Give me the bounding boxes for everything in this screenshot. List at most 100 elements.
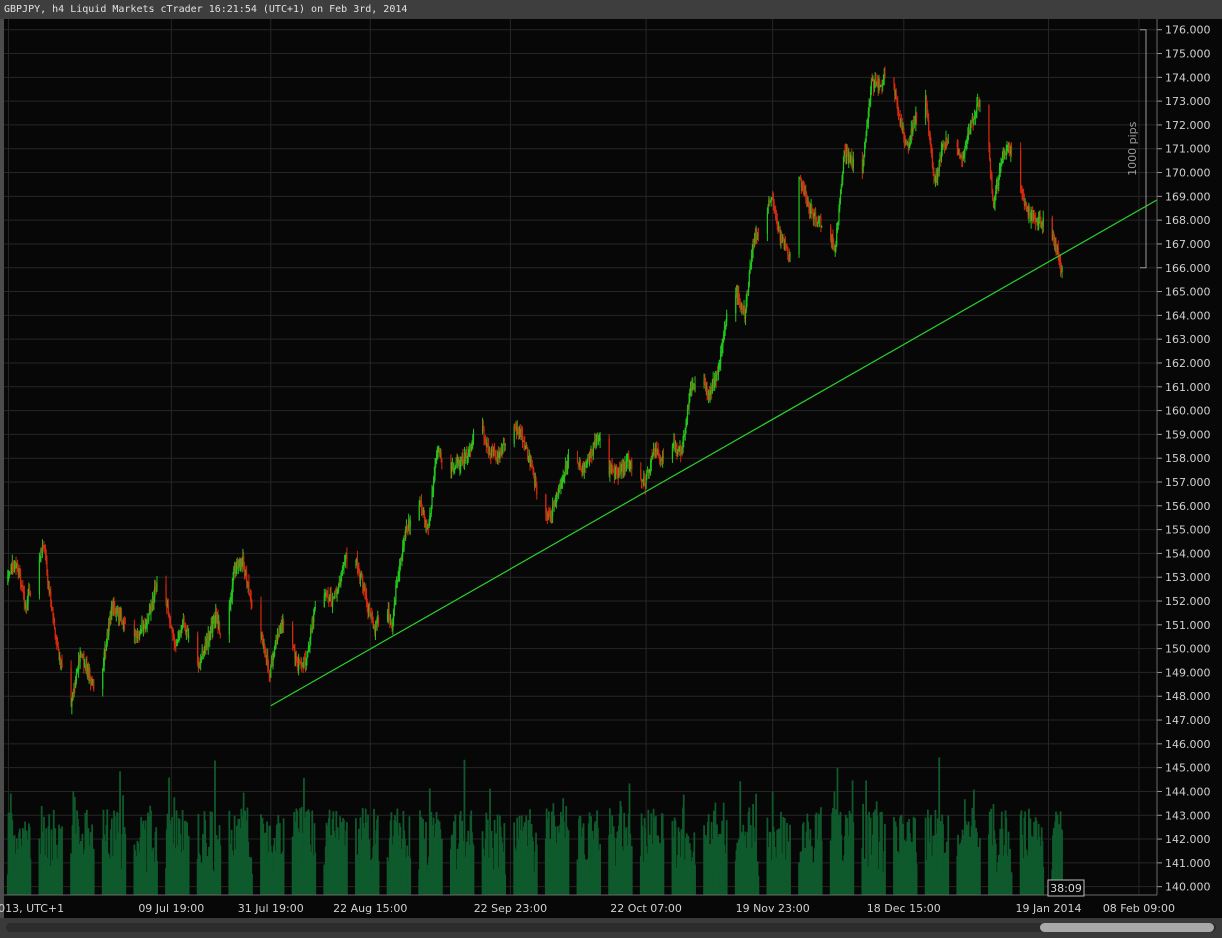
candle-body [839, 194, 842, 201]
candle-body [248, 581, 250, 594]
scrollbar-thumb[interactable] [1040, 923, 1214, 932]
price-axis[interactable]: 176.000 175.000 174.000 173.000 172.000 171.0… [1156, 19, 1211, 895]
candle-body [746, 292, 748, 300]
candle-body [502, 444, 504, 453]
candle-body [405, 530, 407, 538]
candle-body [306, 657, 308, 660]
time-tick-label: 22 Aug 15:00 [333, 902, 407, 915]
candle-body [180, 633, 182, 637]
candle-body [928, 119, 930, 132]
price-tick-label: 146.000 [1165, 738, 1211, 751]
candle-body [148, 614, 150, 621]
candle-body [218, 622, 221, 635]
price-tick-label: 167.000 [1165, 238, 1211, 251]
candle-body [979, 105, 981, 107]
candle-body [331, 598, 334, 606]
candle-body [620, 469, 622, 473]
volume-bar [1010, 872, 1013, 895]
price-tick-label: 155.000 [1165, 524, 1211, 537]
candle-body [228, 606, 230, 635]
candle-body [852, 159, 854, 168]
candle-body [767, 205, 769, 214]
price-tick-label: 165.000 [1165, 286, 1211, 299]
candle-body [694, 384, 696, 390]
candle-body [766, 213, 768, 234]
candle-body [842, 172, 844, 181]
chart-window: GBPJPY, h4 Liquid Markets cTrader 16:21:… [0, 0, 1222, 938]
candle-body [1019, 150, 1022, 190]
scrollbar-track[interactable] [6, 923, 1216, 932]
candle-body [1029, 208, 1031, 213]
candle-body [786, 244, 788, 247]
volume-bar [251, 873, 253, 895]
candle-body [798, 178, 800, 255]
price-tick-label: 168.000 [1165, 214, 1211, 227]
candle-body [377, 617, 380, 621]
candle-body [789, 254, 791, 257]
price-tick-label: 170.000 [1165, 167, 1211, 180]
volume-bar [915, 864, 918, 895]
candle-body [346, 555, 348, 562]
volume-bar [947, 815, 950, 895]
volume-bar [979, 838, 981, 895]
price-tick-label: 153.000 [1165, 571, 1211, 584]
volume-bar [219, 845, 222, 895]
candle-body [75, 673, 77, 682]
price-tick-label: 145.000 [1165, 762, 1211, 775]
volume-bar [789, 824, 791, 895]
price-tick-label: 158.000 [1165, 452, 1211, 465]
candle-body [521, 433, 524, 442]
candle-body [683, 436, 685, 441]
price-tick-label: 161.000 [1165, 381, 1211, 394]
price-tick-label: 149.000 [1165, 666, 1211, 679]
price-tick-label: 169.000 [1165, 190, 1211, 203]
volume-bar [124, 833, 127, 895]
price-tick-label: 175.000 [1165, 48, 1211, 61]
candle-body [432, 482, 435, 493]
price-tick-label: 157.000 [1165, 476, 1211, 489]
price-tick-label: 152.000 [1165, 595, 1211, 608]
time-tick-label: 19 Jan 2014 [1016, 902, 1082, 915]
candle-body [533, 471, 535, 474]
volume-bar [694, 864, 696, 895]
price-tick-label: 141.000 [1165, 857, 1211, 870]
volume-bar [725, 820, 728, 895]
volume-bar [472, 845, 475, 895]
plot-background[interactable] [4, 19, 1157, 895]
horizontal-scrollbar[interactable] [0, 918, 1222, 938]
candle-body [472, 431, 475, 441]
candle-body [671, 446, 674, 459]
candle-body [662, 455, 664, 459]
chart-title: GBPJPY, h4 Liquid Markets cTrader 16:21:… [0, 0, 1222, 19]
candle-body [251, 603, 253, 605]
candle-body [757, 233, 759, 235]
volume-bar [662, 839, 665, 895]
time-tick-label: 03 Jun 2013, UTC+1 [0, 902, 64, 915]
candle-body [359, 577, 362, 579]
candle-body [409, 520, 411, 527]
chart-area[interactable]: 176.000 175.000 174.000 173.000 172.000 171.0… [0, 19, 1222, 918]
candle-body [188, 635, 190, 638]
volume-bar [409, 858, 412, 895]
candle-body [441, 458, 443, 463]
candle-body [1010, 146, 1013, 151]
volume-bar [61, 826, 63, 895]
candle-body [270, 667, 272, 678]
candle-body [440, 451, 442, 459]
candle-body [994, 200, 996, 204]
time-tick-label: 22 Oct 07:00 [610, 902, 682, 915]
time-tick-label: 22 Sep 23:00 [474, 902, 547, 915]
volume-bar [440, 838, 443, 895]
candle-body [536, 484, 538, 495]
candle-body [314, 606, 316, 609]
candle-body [23, 592, 25, 603]
price-tick-label: 156.000 [1165, 500, 1211, 513]
pips-label: 1000 pips [1126, 121, 1139, 176]
volume-bar [567, 830, 570, 895]
candle-body [870, 80, 872, 91]
candle-body [567, 456, 570, 462]
candle-body [726, 313, 728, 322]
candle-body [47, 574, 49, 582]
candle-body [787, 246, 789, 255]
candle-body [61, 662, 63, 668]
